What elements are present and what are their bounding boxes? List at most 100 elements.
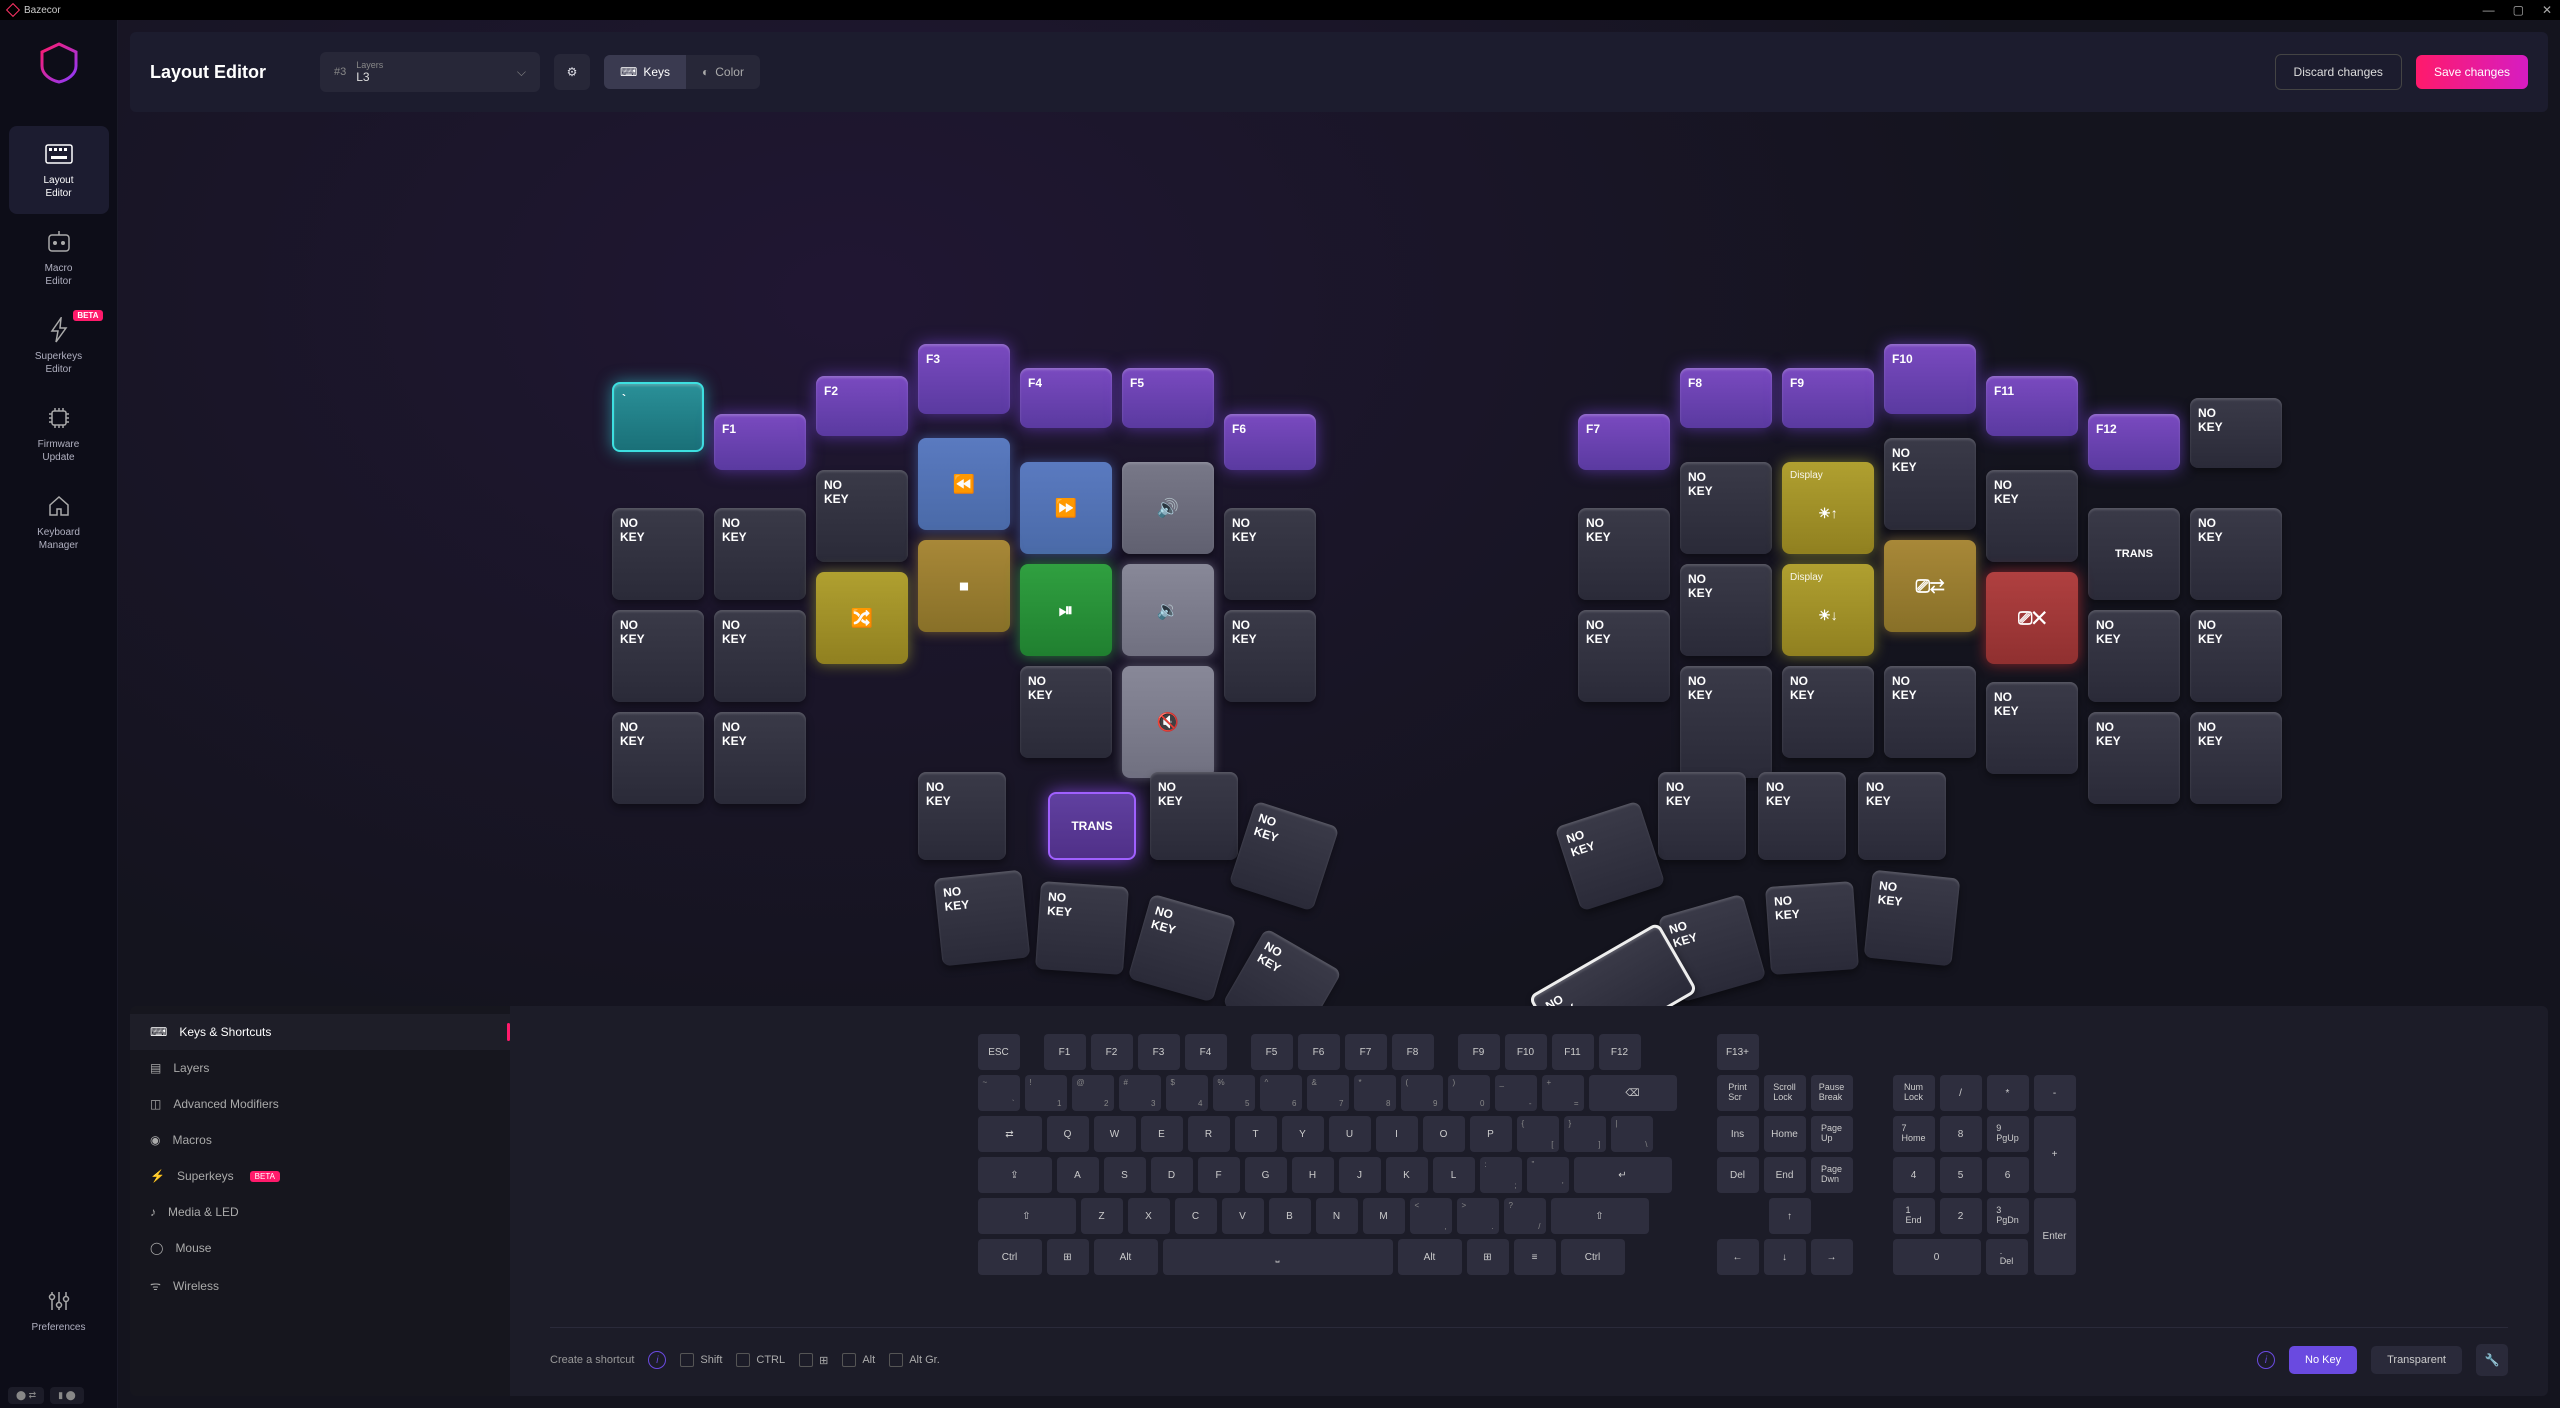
vk-np-7[interactable]: 7 Home [1893, 1116, 1935, 1152]
vk-np-6[interactable]: 6 [1987, 1157, 2029, 1193]
vk-np-plus[interactable]: + [2034, 1116, 2076, 1193]
vk-home[interactable]: Home [1764, 1116, 1806, 1152]
vk-f5[interactable]: F5 [1251, 1034, 1293, 1070]
tab-superkeys[interactable]: ⚡SuperkeysBETA [130, 1158, 510, 1194]
key-volume-down[interactable]: 🔉 [1122, 564, 1214, 656]
vk-punct[interactable]: "' [1527, 1157, 1569, 1193]
key-nokey[interactable]: NO KEY [1680, 564, 1772, 656]
key-media-next[interactable]: ⏩ [1020, 462, 1112, 554]
key-thumb[interactable]: NO KEY [1150, 772, 1238, 860]
key-nokey[interactable]: NO KEY [1680, 666, 1772, 778]
key-f11[interactable]: F11 [1986, 376, 2078, 436]
vk-=[interactable]: += [1542, 1075, 1584, 1111]
vk-punct[interactable]: >. [1457, 1198, 1499, 1234]
btn-transparent[interactable]: Transparent [2371, 1346, 2462, 1374]
key-play-pause[interactable]: ⏯ [1020, 564, 1112, 656]
vk-arrow-left[interactable]: ← [1717, 1239, 1759, 1275]
vk-space[interactable]: ⎵ [1163, 1239, 1393, 1275]
vk-np-star[interactable]: * [1987, 1075, 2029, 1111]
vk-D[interactable]: D [1151, 1157, 1193, 1193]
vk-R[interactable]: R [1188, 1116, 1230, 1152]
key-f5[interactable]: F5 [1122, 368, 1214, 428]
key-nokey[interactable]: NO KEY [612, 610, 704, 702]
vk-bracket[interactable]: {[ [1517, 1116, 1559, 1152]
key-f4[interactable]: F4 [1020, 368, 1112, 428]
vk--[interactable]: _- [1495, 1075, 1537, 1111]
vk-0[interactable]: )0 [1448, 1075, 1490, 1111]
vk-A[interactable]: A [1057, 1157, 1099, 1193]
vk-np-4[interactable]: 4 [1893, 1157, 1935, 1193]
vk-backspace[interactable]: ⌫ [1589, 1075, 1677, 1111]
toggle-color[interactable]: ◐ Color [686, 55, 760, 89]
vk-L[interactable]: L [1433, 1157, 1475, 1193]
vk-np-9[interactable]: 9 PgUp [1987, 1116, 2029, 1152]
key-nokey[interactable]: NO KEY [612, 508, 704, 600]
vk-X[interactable]: X [1128, 1198, 1170, 1234]
nav-keyboard-manager[interactable]: Keyboard Manager [9, 478, 109, 566]
key-nokey[interactable]: NO KEY [1884, 666, 1976, 758]
vk-enter[interactable]: ↵ [1574, 1157, 1672, 1193]
key-thumb[interactable]: NO KEY [1858, 772, 1946, 860]
vk-pausebreak[interactable]: Pause Break [1811, 1075, 1853, 1111]
key-trans[interactable]: TRANS [2088, 508, 2180, 600]
vk-np-minus[interactable]: - [2034, 1075, 2076, 1111]
vk-6[interactable]: ^6 [1260, 1075, 1302, 1111]
vk-end[interactable]: End [1764, 1157, 1806, 1193]
vk-win[interactable]: ⊞ [1047, 1239, 1089, 1275]
vk-1[interactable]: !1 [1025, 1075, 1067, 1111]
tab-wireless[interactable]: ᯤWireless [130, 1266, 510, 1305]
key-display-off[interactable]: ⎚✕ [1986, 572, 2078, 664]
vk-f13plus[interactable]: F13+ [1717, 1034, 1759, 1070]
key-f8[interactable]: F8 [1680, 368, 1772, 428]
vk-printscr[interactable]: Print Scr [1717, 1075, 1759, 1111]
key-nokey[interactable]: NO KEY [2088, 712, 2180, 804]
vk-B[interactable]: B [1269, 1198, 1311, 1234]
vk-scrolllock[interactable]: Scroll Lock [1764, 1075, 1806, 1111]
key-nokey[interactable]: NO KEY [2190, 712, 2282, 804]
vk-f9[interactable]: F9 [1458, 1034, 1500, 1070]
vk-shift[interactable]: ⇧ [978, 1198, 1076, 1234]
vk-punct[interactable]: ?/ [1504, 1198, 1546, 1234]
vk-bracket[interactable]: }] [1564, 1116, 1606, 1152]
btn-tools[interactable]: 🔧 [2476, 1344, 2508, 1376]
key-thumb[interactable]: NO KEY [934, 870, 1031, 967]
vk-F[interactable]: F [1198, 1157, 1240, 1193]
key-f3[interactable]: F3 [918, 344, 1010, 414]
key-nokey[interactable]: NO KEY [1782, 666, 1874, 758]
vk-del[interactable]: Del [1717, 1157, 1759, 1193]
save-button[interactable]: Save changes [2416, 55, 2528, 89]
key-f7[interactable]: F7 [1578, 414, 1670, 470]
vk-f3[interactable]: F3 [1138, 1034, 1180, 1070]
window-maximize-icon[interactable]: ▢ [2513, 3, 2524, 17]
vk-pgup[interactable]: Page Up [1811, 1116, 1853, 1152]
vk-ins[interactable]: Ins [1717, 1116, 1759, 1152]
vk-punct[interactable]: <, [1410, 1198, 1452, 1234]
key-backtick[interactable]: ` [612, 382, 704, 452]
key-nokey[interactable]: NO KEY [2088, 610, 2180, 702]
vk-f12[interactable]: F12 [1599, 1034, 1641, 1070]
vk-np-1[interactable]: 1 End [1893, 1198, 1935, 1234]
status-connected-icon[interactable]: ⬤ ⇄ [8, 1387, 44, 1404]
vk-capslock[interactable]: ⇪ [978, 1157, 1052, 1193]
modifier-alt[interactable]: Alt [842, 1353, 875, 1367]
key-media-prev[interactable]: ⏪ [918, 438, 1010, 530]
vk-5[interactable]: %5 [1213, 1075, 1255, 1111]
discard-button[interactable]: Discard changes [2275, 54, 2402, 90]
vk-np-enter[interactable]: Enter [2034, 1198, 2076, 1275]
vk-7[interactable]: &7 [1307, 1075, 1349, 1111]
key-thumb[interactable]: NO KEY [1128, 894, 1237, 1003]
key-display-toggle[interactable]: ⎚⇄ [1884, 540, 1976, 632]
key-nokey[interactable]: NO KEY [816, 470, 908, 562]
key-thumb[interactable]: NO KEY [1658, 772, 1746, 860]
vk-f11[interactable]: F11 [1552, 1034, 1594, 1070]
vk-Z[interactable]: Z [1081, 1198, 1123, 1234]
key-nokey[interactable]: NO KEY [1224, 610, 1316, 702]
tab-media-led[interactable]: ♪Media & LED [130, 1194, 510, 1230]
key-thumb[interactable]: NO KEY [1229, 801, 1340, 912]
window-minimize-icon[interactable]: — [2483, 3, 2495, 17]
key-nokey[interactable]: NO KEY [1680, 462, 1772, 554]
vk-np-8[interactable]: 8 [1940, 1116, 1982, 1152]
vk-alt[interactable]: Alt [1094, 1239, 1158, 1275]
key-nokey[interactable]: NO KEY [714, 508, 806, 600]
vk-4[interactable]: $4 [1166, 1075, 1208, 1111]
